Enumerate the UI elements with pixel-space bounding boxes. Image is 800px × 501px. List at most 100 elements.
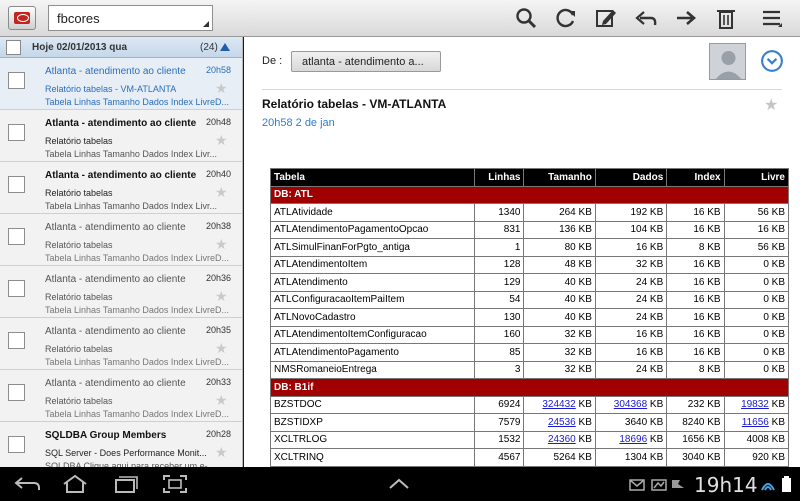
- search-icon[interactable]: [514, 7, 538, 29]
- message-checkbox[interactable]: [8, 436, 25, 453]
- recent-apps-icon[interactable]: [110, 474, 140, 494]
- table-cell-link[interactable]: 324432: [542, 399, 575, 410]
- collapse-arrow-icon[interactable]: [220, 43, 230, 51]
- reply-all-icon[interactable]: [634, 7, 658, 29]
- db-group-label: DB: ATL: [270, 185, 789, 204]
- refresh-icon[interactable]: [554, 7, 578, 29]
- star-icon[interactable]: ★: [215, 288, 228, 305]
- status-icons[interactable]: [758, 474, 798, 494]
- table-cell: 0 KB: [723, 360, 790, 379]
- table-cell[interactable]: 19832 KB: [723, 395, 790, 414]
- table-cell: ATLAtendimentoPagamentoOpcao: [270, 220, 475, 239]
- table-cell: 264 KB: [523, 203, 596, 222]
- table-cell: 6924: [473, 395, 525, 414]
- message-row[interactable]: Atlanta - atendimento ao cliente 20h36 Rel…: [0, 266, 242, 318]
- notification-icons[interactable]: [628, 474, 688, 494]
- table-cell: 0 KB: [723, 308, 790, 327]
- table-cell-link[interactable]: 11656: [742, 417, 769, 428]
- star-icon[interactable]: ★: [215, 340, 228, 357]
- table-cell: 16 KB: [594, 343, 668, 362]
- message-sender: Atlanta - atendimento ao cliente: [45, 118, 197, 129]
- message-snippet: Tabela Linhas Tamanho Dados Index LivreD…: [45, 253, 229, 263]
- home-icon[interactable]: [60, 474, 90, 494]
- table-header-cell: Dados: [594, 168, 668, 187]
- trash-icon[interactable]: [714, 7, 738, 29]
- table-cell: ATLAtendimento: [270, 273, 475, 292]
- table-cell: 3640 KB: [594, 413, 668, 432]
- table-cell: 24 KB: [594, 290, 668, 309]
- table-cell-link[interactable]: 18696: [619, 434, 647, 445]
- table-cell: 56 KB: [723, 238, 790, 257]
- table-cell: 1304 KB: [594, 448, 668, 467]
- table-cell-link[interactable]: 19832: [741, 399, 769, 410]
- table-cell-link[interactable]: 24536: [548, 417, 576, 428]
- sender-chip[interactable]: atlanta - atendimento a...: [291, 51, 441, 72]
- avatar[interactable]: [709, 43, 746, 80]
- message-row[interactable]: Atlanta - atendimento ao cliente 20h40 Rel…: [0, 162, 242, 214]
- star-icon[interactable]: ★: [215, 236, 228, 253]
- dropdown-arrow-icon: [203, 21, 209, 27]
- table-cell[interactable]: 304368 KB: [594, 395, 668, 414]
- table-cell: 16 KB: [666, 220, 725, 239]
- message-snippet: Tabela Linhas Tamanho Dados Index LivreD…: [45, 97, 229, 107]
- table-cell-link[interactable]: 24360: [548, 434, 576, 445]
- message-checkbox[interactable]: [8, 280, 25, 297]
- forward-icon[interactable]: [674, 7, 698, 29]
- expand-details-icon[interactable]: [761, 50, 783, 72]
- table-cell[interactable]: 24536 KB: [523, 413, 596, 432]
- table-header-cell: Linhas: [473, 168, 525, 187]
- table-cell: 16 KB: [666, 325, 725, 344]
- table-cell: 1: [473, 238, 525, 257]
- message-checkbox[interactable]: [8, 384, 25, 401]
- message-snippet: Tabela Linhas Tamanho Dados Index Livr..…: [45, 149, 217, 159]
- message-subject-preview: Relatório tabelas - VM-ATLANTA: [45, 84, 177, 94]
- star-icon[interactable]: ★: [215, 132, 228, 149]
- compose-icon[interactable]: [594, 7, 618, 29]
- screenshot-icon[interactable]: [160, 474, 190, 494]
- table-cell: 831: [473, 220, 525, 239]
- report-table: Tabela Linhas Tamanho Dados Index Livre DB: A…: [270, 168, 790, 467]
- star-icon[interactable]: ★: [215, 392, 228, 409]
- message-checkbox[interactable]: [8, 332, 25, 349]
- table-cell[interactable]: 18696 KB: [594, 430, 668, 449]
- message-row[interactable]: Atlanta - atendimento ao cliente 20h35 Rel…: [0, 318, 242, 370]
- clock: 19h14: [694, 473, 758, 497]
- message-checkbox[interactable]: [8, 228, 25, 245]
- table-cell: 32 KB: [523, 325, 596, 344]
- db-group-row: DB: ATL: [270, 185, 789, 204]
- account-selector[interactable]: fbcores: [48, 5, 213, 31]
- message-row[interactable]: Atlanta - atendimento ao cliente 20h38 Rel…: [0, 214, 242, 266]
- message-row[interactable]: SQLDBA Group Members 20h28 SQL Server - Do…: [0, 422, 242, 467]
- message-subject-preview: Relatório tabelas: [45, 240, 113, 250]
- overflow-menu-icon[interactable]: [760, 7, 784, 29]
- table-cell: 0 KB: [723, 343, 790, 362]
- table-cell[interactable]: 24360 KB: [523, 430, 596, 449]
- table-cell: 16 KB: [666, 343, 725, 362]
- message-row[interactable]: Atlanta - atendimento ao cliente 20h58 Rel…: [0, 58, 242, 110]
- star-icon[interactable]: ★: [215, 444, 228, 461]
- table-cell[interactable]: 324432 KB: [523, 395, 596, 414]
- star-icon[interactable]: ★: [215, 80, 228, 97]
- table-row: ATLAtendimentoPagamento 85 32 KB 16 KB 16 KB…: [270, 343, 790, 362]
- star-icon[interactable]: ★: [215, 184, 228, 201]
- message-subject-preview: Relatório tabelas: [45, 188, 113, 198]
- message-checkbox[interactable]: [8, 124, 25, 141]
- email-app-icon[interactable]: [8, 6, 36, 30]
- select-all-checkbox[interactable]: [6, 40, 21, 55]
- star-icon[interactable]: ★: [764, 95, 778, 115]
- message-checkbox[interactable]: [8, 72, 25, 89]
- expand-up-icon[interactable]: [384, 474, 414, 494]
- table-cell[interactable]: 11656 KB: [723, 413, 790, 432]
- back-icon[interactable]: [12, 474, 42, 494]
- date-group-header[interactable]: Hoje 02/01/2013 qua (24): [0, 37, 242, 58]
- table-cell: ATLSimulFinanForPgto_antiga: [270, 238, 475, 257]
- table-cell: 24 KB: [594, 273, 668, 292]
- header-divider: [262, 89, 782, 90]
- table-cell: 32 KB: [523, 360, 596, 379]
- table-cell: 0 KB: [723, 325, 790, 344]
- message-row[interactable]: Atlanta - atendimento ao cliente 20h48 Rel…: [0, 110, 242, 162]
- table-row: ATLAtendimento 129 40 KB 24 KB 16 KB 0 KB: [270, 273, 790, 292]
- table-cell-link[interactable]: 304368: [614, 399, 647, 410]
- message-row[interactable]: Atlanta - atendimento ao cliente 20h33 Rel…: [0, 370, 242, 422]
- message-checkbox[interactable]: [8, 176, 25, 193]
